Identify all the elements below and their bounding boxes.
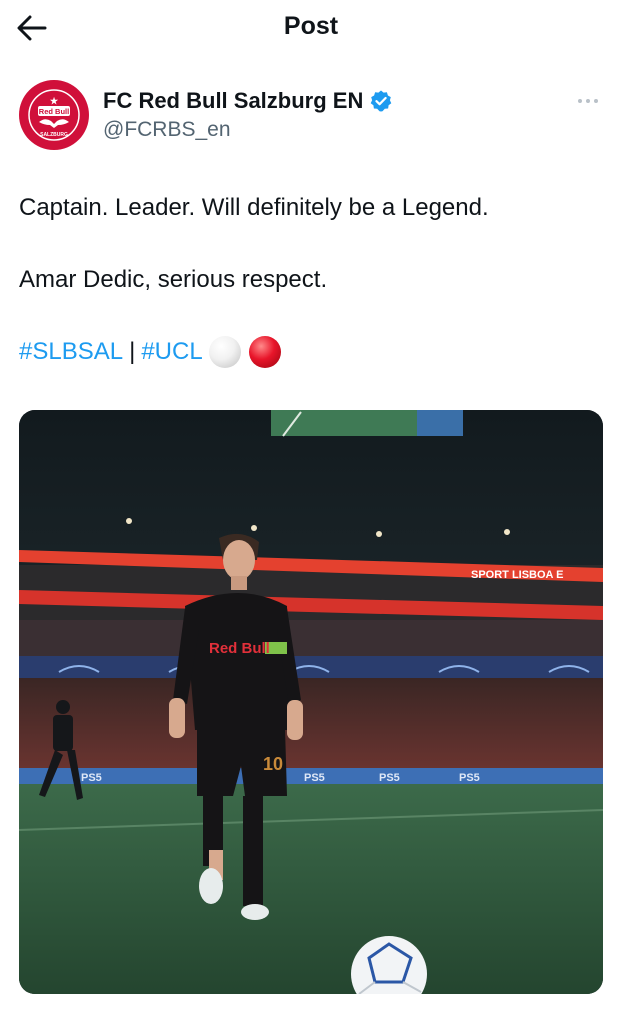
svg-text:PS5: PS5 bbox=[459, 772, 480, 784]
stadium-photo-illustration: SPORT LISBOA E PS5 PS5 PS5 PS5 Red Bull … bbox=[19, 410, 603, 994]
hashtag-link-slbsal[interactable]: #SLBSAL bbox=[19, 335, 123, 369]
tweet-photo[interactable]: SPORT LISBOA E PS5 PS5 PS5 PS5 Red Bull … bbox=[19, 410, 603, 994]
more-dot-icon bbox=[586, 99, 590, 103]
ad-board-text: PS5 bbox=[304, 772, 325, 784]
svg-text:Red Bull: Red Bull bbox=[39, 107, 69, 116]
tweet-line-1: Captain. Leader. Will definitely be a Le… bbox=[19, 194, 489, 221]
top-bar: Post bbox=[0, 0, 622, 56]
svg-text:10: 10 bbox=[263, 754, 283, 774]
hashtag-separator: | bbox=[129, 338, 136, 365]
svg-text:Red Bull: Red Bull bbox=[209, 640, 270, 657]
svg-text:SALZBURG: SALZBURG bbox=[40, 132, 68, 138]
more-options-button[interactable] bbox=[571, 90, 605, 112]
avatar[interactable]: ★ Red Bull SALZBURG bbox=[19, 80, 89, 150]
stadium-board-text: SPORT LISBOA E bbox=[471, 569, 564, 581]
author-handle[interactable]: @FCRBS_en bbox=[103, 118, 393, 142]
tweet-line-2: Amar Dedic, serious respect. bbox=[19, 266, 328, 293]
author-names: FC Red Bull Salzburg EN @FCRBS_en bbox=[103, 88, 393, 142]
author-row: ★ Red Bull SALZBURG FC Red Bull Salzburg… bbox=[19, 80, 605, 152]
tweet-hashtag-line: #SLBSAL | #UCL bbox=[19, 335, 605, 369]
svg-text:PS5: PS5 bbox=[81, 772, 102, 784]
tweet-text: Captain. Leader. Will definitely be a Le… bbox=[19, 191, 605, 369]
display-name[interactable]: FC Red Bull Salzburg EN bbox=[103, 88, 393, 114]
more-dot-icon bbox=[578, 99, 582, 103]
svg-text:★: ★ bbox=[50, 96, 59, 106]
svg-text:PS5: PS5 bbox=[379, 772, 400, 784]
red-bull-logo-icon: ★ Red Bull SALZBURG bbox=[28, 89, 80, 141]
verified-badge-icon bbox=[371, 90, 392, 112]
white-circle-emoji bbox=[208, 336, 241, 368]
red-circle-emoji bbox=[248, 336, 281, 368]
page-title: Post bbox=[283, 12, 339, 40]
more-dot-icon bbox=[594, 99, 598, 103]
hashtag-link-ucl[interactable]: #UCL bbox=[141, 335, 202, 369]
display-name-text: FC Red Bull Salzburg EN bbox=[103, 88, 364, 113]
